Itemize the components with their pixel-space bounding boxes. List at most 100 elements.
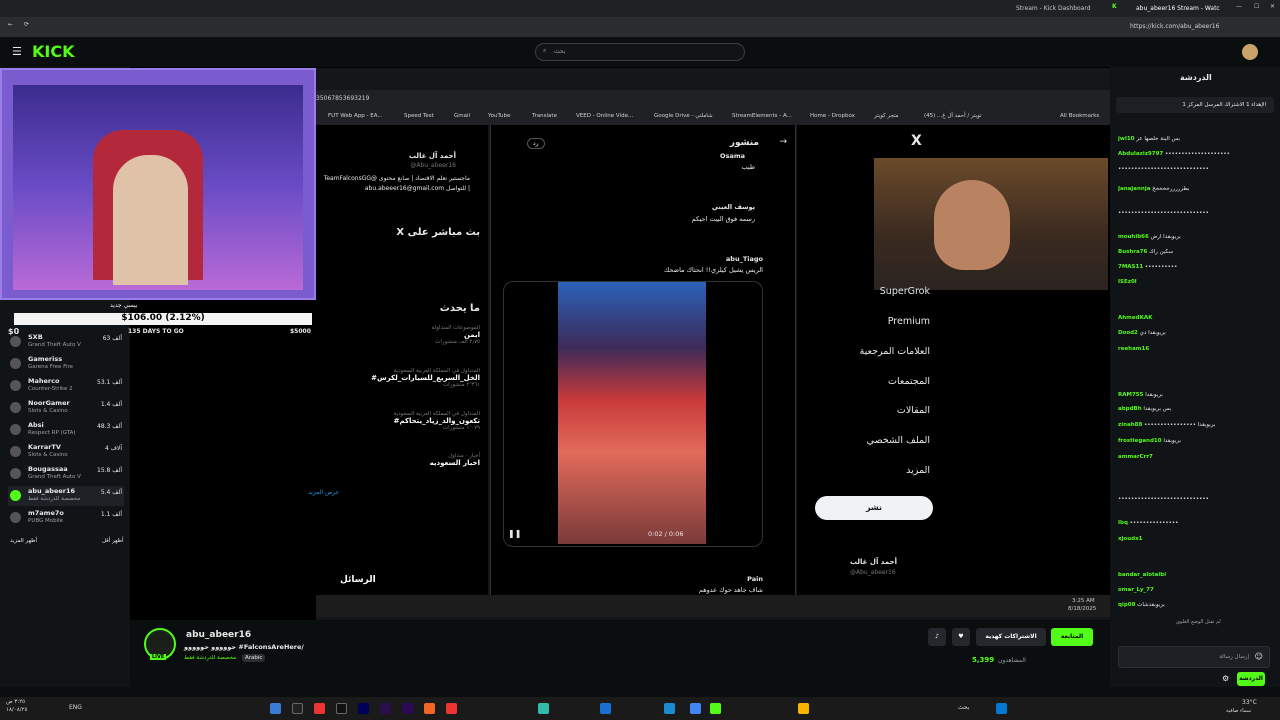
sidebar-channel[interactable]: KarrarTV Slots & Casino 4 آلاف: [8, 442, 124, 462]
settings-icon[interactable]: ⚙: [1222, 674, 1229, 683]
nav-supergrok[interactable]: SuperGrok: [830, 286, 930, 297]
app-icon[interactable]: [538, 703, 549, 714]
bookmark[interactable]: تويتر / أحمد آل غ... (45): [924, 113, 982, 119]
tiktok-icon[interactable]: [336, 703, 347, 714]
show-less-link[interactable]: أظهر أقل: [102, 538, 124, 544]
after-effects-icon[interactable]: [358, 703, 369, 714]
embedded-video[interactable]: [558, 282, 706, 544]
chat-message: mouhib66 بريوبقدا أرض: [1118, 234, 1181, 240]
chat-panel: الدردشة الإهداء 1 الاشتراك المرسل المركز…: [1110, 67, 1280, 687]
nav-communities[interactable]: المجتمعات: [830, 376, 930, 387]
kick-logo[interactable]: KICK: [32, 42, 75, 61]
nav-bookmarks[interactable]: العلامات المرجعية: [830, 346, 930, 357]
search-input[interactable]: ⌕ بحث: [535, 43, 745, 61]
trend-item[interactable]: أخبار · متداول اخبار السعوديه: [320, 453, 480, 467]
nav-profile[interactable]: الملف الشخصي: [830, 435, 930, 446]
user-avatar[interactable]: [1242, 44, 1258, 60]
folder-icon[interactable]: [798, 703, 809, 714]
stream-category[interactable]: مخصصة للدردشة فقط: [184, 655, 236, 661]
minimize-icon[interactable]: —: [1236, 3, 1242, 10]
reply-button[interactable]: رد: [527, 138, 545, 149]
inner-url: 35067853693219: [316, 95, 370, 102]
channel-game: Counter-Strike 2: [28, 386, 73, 392]
chat-message: Bushra76 سكين راك: [1118, 249, 1174, 255]
goal-amount: $106.00 (2.12%): [121, 313, 205, 323]
viewer-count: 5,399: [972, 656, 995, 664]
streamer-name[interactable]: abu_abeer16: [186, 630, 251, 640]
taskbar-search[interactable]: بحث: [958, 704, 969, 711]
chat-send-button[interactable]: الدردشة: [1237, 672, 1265, 686]
sidebar-channel[interactable]: SXB Grand Theft Auto V 63 ألف: [8, 332, 124, 352]
back-icon[interactable]: ←: [8, 21, 13, 28]
language-tag[interactable]: Arabic: [242, 654, 266, 662]
menu-icon[interactable]: ☰: [12, 45, 22, 58]
app-icon[interactable]: [600, 703, 611, 714]
whats-happening-heading: ما يحدث: [439, 303, 480, 314]
post-author: abu_Tiago: [725, 255, 763, 263]
windows-start-icon[interactable]: [996, 703, 1007, 714]
post-text: رسمه فوق البيت احيكم: [691, 215, 755, 223]
maximize-icon[interactable]: ☐: [1254, 3, 1259, 10]
app-icon[interactable]: [270, 703, 281, 714]
sidebar-channel[interactable]: Bougassaa Grand Theft Auto V 15.8 ألف: [8, 464, 124, 484]
premiere-icon[interactable]: [380, 703, 391, 714]
gift-subs-button[interactable]: الاشتراكات كهدية: [976, 628, 1046, 646]
nav-more[interactable]: المزيد: [830, 465, 930, 476]
bookmark[interactable]: VEED - Online Vide...: [576, 113, 633, 119]
bookmark[interactable]: FUT Web App - EA...: [328, 113, 383, 119]
address-bar[interactable]: https://kick.com/abu_abeer16 ← ⟳: [0, 17, 1280, 37]
sidebar-channel[interactable]: Gameriss Garena Free Fire: [8, 354, 124, 374]
bookmark[interactable]: Translate: [532, 113, 557, 119]
emoji-icon[interactable]: ☺: [1255, 652, 1263, 661]
bookmark[interactable]: متجر كويتر: [874, 113, 899, 119]
bookmark[interactable]: YouTube: [488, 113, 510, 119]
sidebar-channel[interactable]: Absi Respect RP (GTA) 48.3 ألف: [8, 420, 124, 440]
x-left-column: أحمد آل غالب @Abu_abeer16 ماجستير تعلم ا…: [308, 125, 488, 595]
url-text[interactable]: https://kick.com/abu_abeer16: [1130, 23, 1219, 30]
app-icon[interactable]: [402, 703, 413, 714]
app-icon[interactable]: [424, 703, 435, 714]
app-icon[interactable]: [314, 703, 325, 714]
follow-button[interactable]: المتابعة: [1051, 628, 1093, 646]
live-badge: LIVE: [150, 654, 167, 660]
bookmark[interactable]: Speed Test: [404, 113, 434, 119]
nav-articles[interactable]: المقالات: [830, 405, 930, 416]
x-logo[interactable]: X: [911, 133, 922, 149]
language-indicator[interactable]: ENG: [69, 704, 82, 711]
messages-drawer[interactable]: الرسائل: [340, 575, 376, 585]
close-window-icon[interactable]: ✕: [1270, 3, 1275, 10]
bookmark[interactable]: All Bookmarks: [1060, 113, 1099, 119]
edge-icon[interactable]: [664, 703, 675, 714]
sidebar-channel[interactable]: m7ame7o PUBG Mobile 1.1 ألف: [8, 508, 124, 528]
pause-icon[interactable]: ❚❚: [508, 529, 521, 538]
reload-icon[interactable]: ⟳: [24, 21, 29, 28]
back-arrow-icon[interactable]: →: [779, 137, 787, 147]
bookmark[interactable]: Google Drive - شاملتي: [654, 113, 713, 119]
app-icon[interactable]: [446, 703, 457, 714]
post-text: طيب: [741, 163, 755, 171]
trend-item[interactable]: المتداول في المملكة العربية السعودية #تكع…: [320, 411, 480, 431]
bell-icon[interactable]: ♪: [928, 628, 946, 646]
sidebar-channel[interactable]: NoorGamer Slots & Casino 1.4 ألف: [8, 398, 124, 418]
trend-item[interactable]: المتداول في المملكة العربية السعودية #الخ…: [320, 368, 480, 388]
tab-stream[interactable]: abu_abeer16 Stream - Watc: [1136, 5, 1220, 12]
nav-premium[interactable]: Premium: [830, 316, 930, 327]
app-icon[interactable]: [292, 703, 303, 714]
channel-name: KarrarTV: [28, 443, 61, 451]
show-more-link[interactable]: أظهر المزيد: [10, 538, 37, 544]
bookmark[interactable]: StreamElements - A...: [732, 113, 792, 119]
show-more-trends[interactable]: عرض المزيد: [308, 489, 339, 496]
kick-app-icon[interactable]: [710, 703, 721, 714]
tab-dashboard[interactable]: Stream - Kick Dashboard: [1016, 5, 1091, 12]
bookmark[interactable]: Gmail: [454, 113, 470, 119]
bookmark[interactable]: Home - Dropbox: [810, 113, 855, 119]
sidebar-channel-active[interactable]: abu_abeer16 مخصصة للدردشة فقط 5.4 ألف: [8, 486, 124, 506]
account-name[interactable]: أحمد آل غالب: [850, 558, 897, 566]
chat-input[interactable]: إرسال رسالة ☺: [1118, 646, 1270, 668]
chrome-icon[interactable]: [690, 703, 701, 714]
chat-message: qip08 بريوبقدشات: [1118, 602, 1165, 608]
sidebar-channel[interactable]: Maherco Counter-Strike 2 53.1 ألف: [8, 376, 124, 396]
post-button[interactable]: نشر: [815, 496, 933, 520]
trend-item[interactable]: الموضوعات المتداولة ايمن ٢٫٧٥ ألف منشورات: [320, 325, 480, 345]
heart-icon[interactable]: ♥: [952, 628, 970, 646]
